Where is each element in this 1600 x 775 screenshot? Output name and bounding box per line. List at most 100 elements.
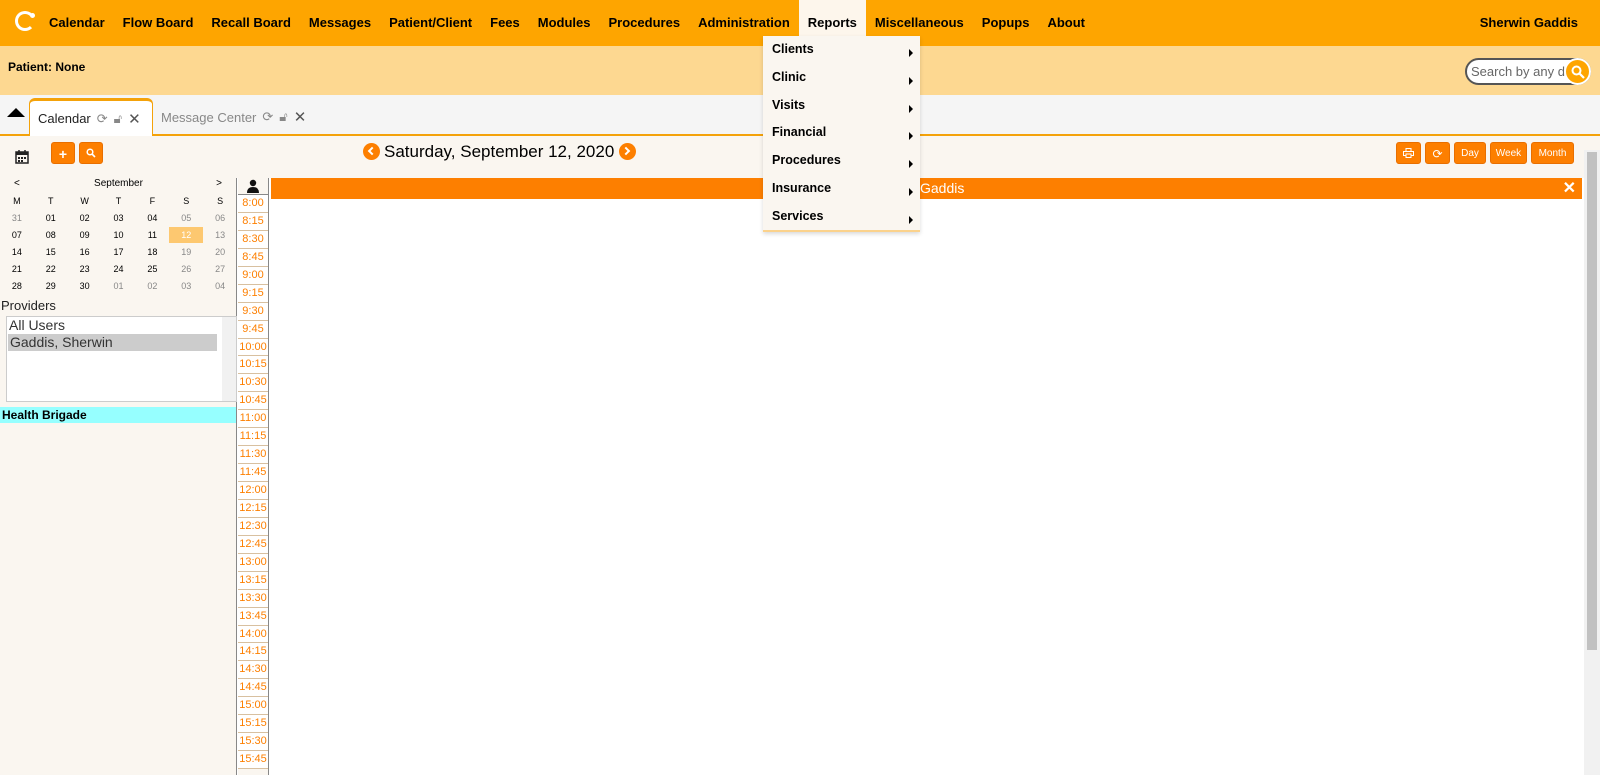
calendar-day[interactable]: 05 <box>169 213 203 223</box>
close-icon[interactable]: ✕ <box>1563 178 1576 198</box>
calendar-day[interactable]: 02 <box>135 281 169 291</box>
week-view-button[interactable]: Week <box>1490 142 1527 164</box>
time-slot[interactable]: 15:15 <box>238 715 268 734</box>
calendar-day[interactable]: 22 <box>34 264 68 274</box>
calendar-day[interactable]: 25 <box>135 264 169 274</box>
close-icon[interactable]: ✕ <box>128 110 141 128</box>
schedule-grid[interactable] <box>271 199 1582 775</box>
prev-day-button[interactable] <box>363 143 380 160</box>
dropdown-item-clinic[interactable]: Clinic <box>763 64 920 92</box>
calendar-day[interactable]: 26 <box>169 264 203 274</box>
calendar-day[interactable]: 21 <box>0 264 34 274</box>
time-slot[interactable]: 14:45 <box>238 679 268 698</box>
calendar-day[interactable]: 08 <box>34 230 68 240</box>
time-slot[interactable]: 12:30 <box>238 517 268 536</box>
calendar-day[interactable]: 29 <box>34 281 68 291</box>
calendar-day[interactable]: 04 <box>135 213 169 223</box>
page-scrollbar[interactable] <box>1584 150 1600 775</box>
time-slot[interactable]: 13:15 <box>238 571 268 590</box>
calendar-day[interactable]: 02 <box>68 213 102 223</box>
menu-fees[interactable]: Fees <box>481 0 529 46</box>
menu-flow-board[interactable]: Flow Board <box>114 0 203 46</box>
calendar-day[interactable]: 12 <box>169 226 204 243</box>
time-slot[interactable]: 10:15 <box>238 356 268 375</box>
calendar-day[interactable]: 16 <box>68 247 102 257</box>
user-menu[interactable]: Sherwin Gaddis <box>1480 0 1578 46</box>
menu-recall-board[interactable]: Recall Board <box>202 0 299 46</box>
time-slot[interactable]: 11:15 <box>238 428 268 447</box>
menu-popups[interactable]: Popups <box>973 0 1039 46</box>
calendar-day[interactable]: 15 <box>34 247 68 257</box>
time-slot[interactable]: 12:15 <box>238 499 268 518</box>
time-slot[interactable]: 12:45 <box>238 535 268 554</box>
time-slot[interactable]: 13:00 <box>238 553 268 572</box>
time-slot[interactable]: 9:45 <box>238 320 268 339</box>
calendar-day[interactable]: 03 <box>169 281 203 291</box>
calendar-day[interactable]: 09 <box>68 230 102 240</box>
dropdown-item-insurance[interactable]: Insurance <box>763 175 920 203</box>
scrollbar-thumb[interactable] <box>1587 152 1597 650</box>
time-slot[interactable]: 13:30 <box>238 589 268 608</box>
time-slot[interactable]: 15:45 <box>238 751 268 769</box>
time-slot[interactable]: 11:45 <box>238 464 268 482</box>
facility-label[interactable]: Health Brigade <box>0 407 236 423</box>
month-view-button[interactable]: Month <box>1531 142 1574 164</box>
dropdown-item-procedures[interactable]: Procedures <box>763 147 920 175</box>
calendar-icon[interactable] <box>15 149 29 164</box>
time-slot[interactable]: 9:30 <box>238 302 268 321</box>
time-slot[interactable]: 15:30 <box>238 733 268 752</box>
day-view-button[interactable]: Day <box>1454 142 1486 164</box>
time-slot[interactable]: 9:15 <box>238 284 268 303</box>
calendar-day[interactable]: 24 <box>102 264 136 274</box>
dropdown-item-services[interactable]: Services <box>763 203 920 231</box>
tab-calendar[interactable]: Calendar ⟳ 🔓︎ ✕ <box>29 98 153 136</box>
time-slot[interactable]: 10:45 <box>238 392 268 411</box>
calendar-day[interactable]: 03 <box>102 213 136 223</box>
dropdown-item-visits[interactable]: Visits <box>763 92 920 120</box>
time-slot[interactable]: 12:00 <box>238 482 268 500</box>
time-slot[interactable]: 14:00 <box>238 625 268 644</box>
menu-patient-client[interactable]: Patient/Client <box>380 0 481 46</box>
time-slot[interactable]: 10:00 <box>238 338 268 357</box>
time-slot[interactable]: 8:15 <box>238 212 268 231</box>
menu-about[interactable]: About <box>1038 0 1094 46</box>
search-appointment-button[interactable] <box>79 142 103 164</box>
time-slot[interactable]: 14:15 <box>238 643 268 662</box>
unlock-icon[interactable]: 🔓︎ <box>279 109 287 125</box>
next-day-button[interactable] <box>619 143 636 160</box>
search-input[interactable] <box>1467 60 1577 83</box>
calendar-day[interactable]: 18 <box>135 247 169 257</box>
time-slot[interactable]: 15:00 <box>238 697 268 716</box>
calendar-day[interactable]: 01 <box>102 281 136 291</box>
calendar-day[interactable]: 19 <box>169 247 203 257</box>
time-slot[interactable]: 13:45 <box>238 607 268 626</box>
refresh-button[interactable]: ⟳ <box>1425 142 1450 164</box>
menu-messages[interactable]: Messages <box>300 0 380 46</box>
calendar-day[interactable]: 07 <box>0 230 34 240</box>
dropdown-item-financial[interactable]: Financial <box>763 119 920 147</box>
time-slot[interactable]: 8:45 <box>238 248 268 267</box>
add-appointment-button[interactable]: + <box>51 142 75 164</box>
close-icon[interactable]: ✕ <box>294 108 307 126</box>
calendar-day[interactable]: 30 <box>68 281 102 291</box>
refresh-icon[interactable]: ⟳ <box>97 111 108 127</box>
time-slot[interactable]: 8:30 <box>238 230 268 249</box>
calendar-day[interactable]: 14 <box>0 247 34 257</box>
time-slot[interactable]: 8:00 <box>238 195 268 213</box>
calendar-day[interactable]: 01 <box>34 213 68 223</box>
provider-option[interactable]: All Users <box>7 317 236 334</box>
menu-calendar[interactable]: Calendar <box>40 0 114 46</box>
collapse-up-icon[interactable] <box>7 108 25 117</box>
time-slot[interactable]: 9:00 <box>238 266 268 285</box>
refresh-icon[interactable]: ⟳ <box>262 109 273 125</box>
menu-modules[interactable]: Modules <box>529 0 600 46</box>
dropdown-item-clients[interactable]: Clients <box>763 36 920 64</box>
unlock-icon[interactable]: 🔓︎ <box>114 111 122 127</box>
print-button[interactable] <box>1396 142 1421 164</box>
time-slot[interactable]: 14:30 <box>238 661 268 680</box>
search-button[interactable] <box>1564 58 1591 85</box>
calendar-day[interactable]: 04 <box>203 281 237 291</box>
providers-scrollbar[interactable] <box>222 317 236 401</box>
time-slot[interactable]: 10:30 <box>238 374 268 393</box>
calendar-day[interactable]: 23 <box>68 264 102 274</box>
